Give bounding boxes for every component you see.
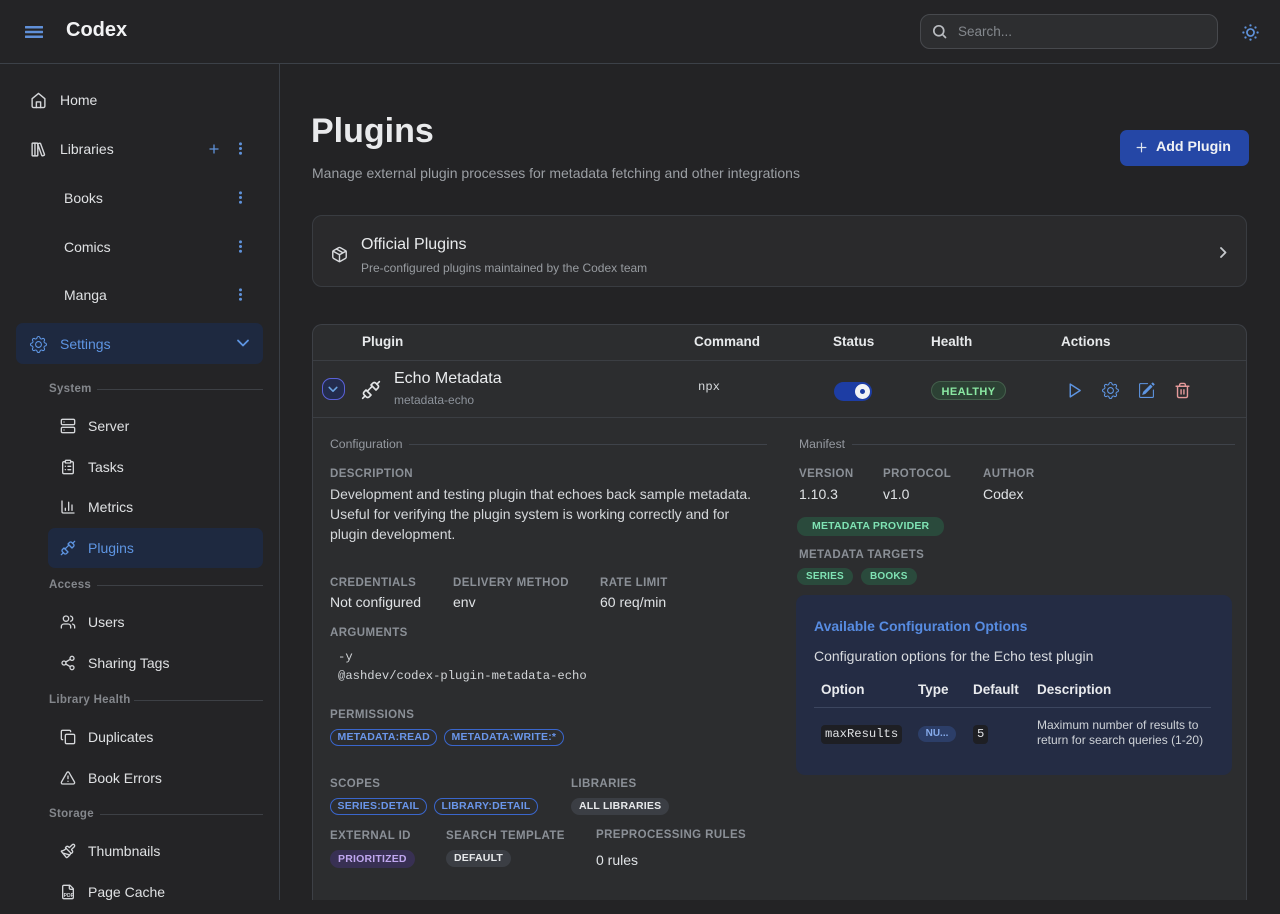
svg-text:PDF: PDF	[64, 893, 74, 899]
